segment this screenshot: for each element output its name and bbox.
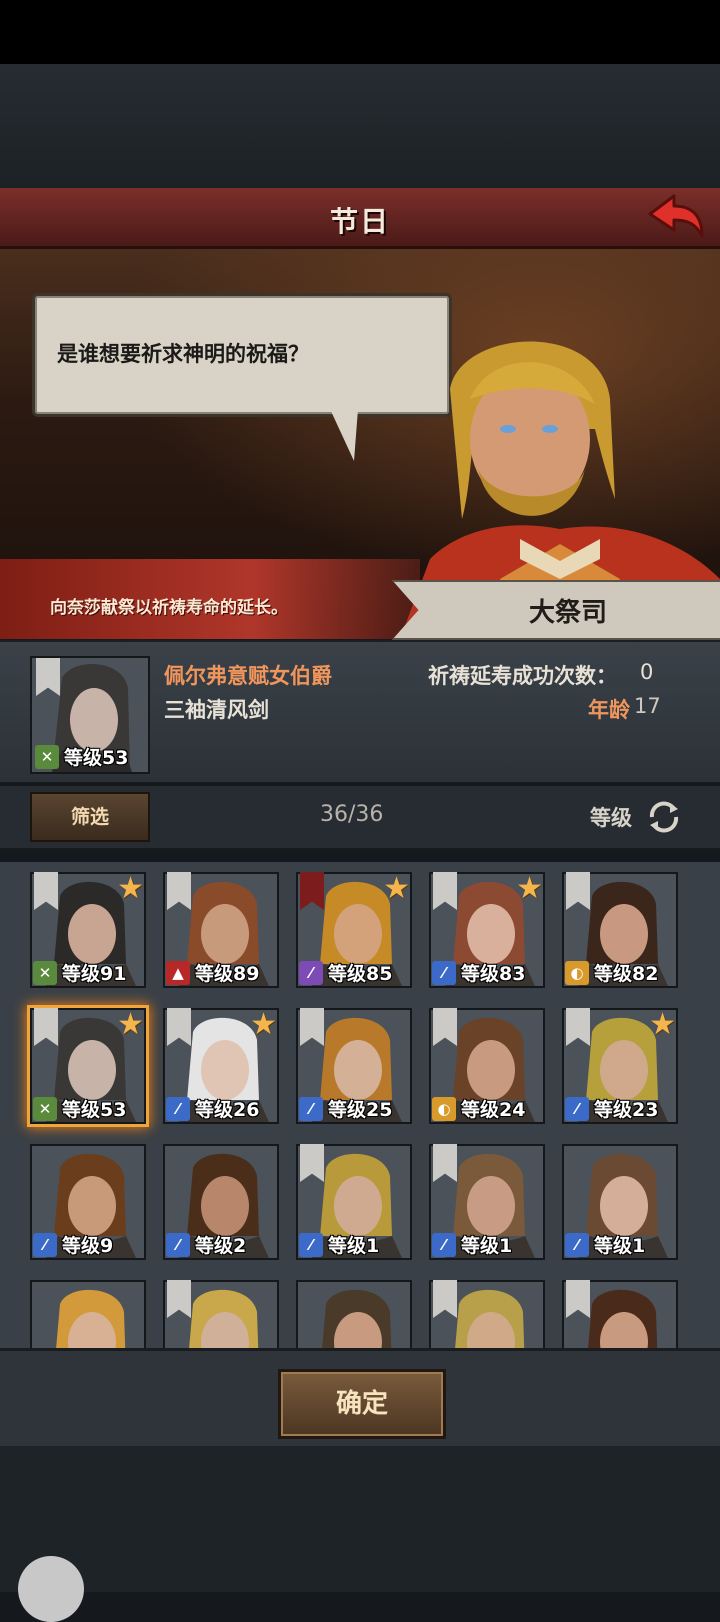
hero-level: 等级1: [461, 1235, 513, 1257]
shield-class-icon: ◐: [565, 961, 589, 985]
hero-level: 等级1: [594, 1235, 646, 1257]
age-value: 17: [634, 694, 661, 718]
sword-class-icon: ⁄: [166, 1233, 190, 1257]
hero-level: 等级82: [594, 963, 659, 985]
sword-class-icon: ⁄: [565, 1097, 589, 1121]
hero-card[interactable]: ★ ⁄ 等级85: [296, 872, 412, 988]
age-label: 年龄: [588, 698, 630, 722]
speech-bubble-tail: [330, 409, 358, 461]
selected-hero-panel: ✕ 等级53 佩尔弗意赋女伯爵 三袖清风剑 祈祷延寿成功次数： 0 年龄 17: [0, 640, 720, 786]
archer-class-icon: ✕: [35, 745, 59, 769]
confirm-button[interactable]: 确定: [278, 1369, 446, 1439]
beast-class-icon: ▲: [166, 961, 190, 985]
ribbon-text: 向奈莎献祭以祈祷寿命的延长。: [50, 598, 288, 618]
hero-card[interactable]: ★ ✕ 等级53: [30, 1008, 146, 1124]
hero-card[interactable]: ⁄ 等级2: [163, 1144, 279, 1260]
speech-bubble: 是谁想要祈求神明的祝福？: [32, 293, 452, 417]
npc-name: 大祭司: [528, 598, 607, 628]
footer-area: [0, 1446, 720, 1592]
back-arrow-icon[interactable]: [644, 192, 706, 242]
hero-subtitle: 三袖清风剑: [164, 698, 269, 722]
dialog-text: 是谁想要祈求神明的祝福？: [57, 342, 309, 366]
hero-level: 等级91: [62, 963, 127, 985]
star-icon: ★: [117, 871, 144, 906]
hero-count: 36/36: [320, 802, 384, 827]
hero-level: 等级25: [328, 1099, 393, 1121]
hero-level: 等级24: [461, 1099, 526, 1121]
sword-class-icon: ⁄: [432, 1233, 456, 1257]
sword-class-icon: ⁄: [565, 1233, 589, 1257]
star-icon: ★: [516, 871, 543, 906]
hero-level: 等级26: [195, 1099, 260, 1121]
filter-bar: 筛选 36/36 等级: [0, 786, 720, 851]
hero-level: 等级53: [64, 747, 129, 769]
hero-card[interactable]: ⁄ 等级1: [296, 1144, 412, 1260]
sword-class-icon: ⁄: [166, 1097, 190, 1121]
hero-card[interactable]: ★ ⁄ 等级83: [429, 872, 545, 988]
hero-card[interactable]: ★ ⁄ 等级26: [163, 1008, 279, 1124]
sword-class-icon: ⁄: [299, 1097, 323, 1121]
background-band: [0, 64, 720, 188]
hero-card[interactable]: ⁄ 等级25: [296, 1008, 412, 1124]
screen-title: 节日: [329, 205, 390, 238]
hero-level: 等级89: [195, 963, 260, 985]
hero-level: 等级85: [328, 963, 393, 985]
sword-class-icon: ⁄: [299, 1233, 323, 1257]
hero-card[interactable]: ⁄ 等级1: [562, 1144, 678, 1260]
hero-level: 等级1: [328, 1235, 380, 1257]
sword-class-icon: ⁄: [432, 961, 456, 985]
archer-class-icon: ✕: [33, 1097, 57, 1121]
hero-card[interactable]: ▲ 等级89: [163, 872, 279, 988]
filter-button[interactable]: 筛选: [30, 792, 150, 842]
star-icon: ★: [117, 1007, 144, 1042]
star-icon: ★: [383, 871, 410, 906]
pray-count-label: 祈祷延寿成功次数：: [428, 664, 617, 688]
star-icon: ★: [649, 1007, 676, 1042]
star-icon: ★: [250, 1007, 277, 1042]
pray-count-value: 0: [640, 660, 654, 684]
mage-class-icon: ⁄: [299, 961, 323, 985]
status-bar: [0, 0, 720, 64]
title-bar: 节日: [0, 188, 720, 249]
hero-level: 等级53: [62, 1099, 127, 1121]
hero-level: 等级9: [62, 1235, 114, 1257]
hero-level: 等级23: [594, 1099, 659, 1121]
hero-card[interactable]: ★ ⁄ 等级23: [562, 1008, 678, 1124]
refresh-icon[interactable]: [646, 799, 682, 835]
hero-level: 等级83: [461, 963, 526, 985]
bottom-panel: 确定: [0, 1348, 720, 1447]
hero-level: 等级2: [195, 1235, 247, 1257]
archer-class-icon: ✕: [33, 961, 57, 985]
hero-card[interactable]: ⁄ 等级1: [429, 1144, 545, 1260]
hero-card[interactable]: ⁄ 等级9: [30, 1144, 146, 1260]
hero-name: 佩尔弗意赋女伯爵: [164, 664, 332, 688]
selected-hero-portrait: ✕ 等级53: [30, 656, 150, 774]
sword-class-icon: ⁄: [33, 1233, 57, 1257]
floating-assistant-icon[interactable]: [18, 1556, 84, 1622]
hero-card[interactable]: ★ ✕ 等级91: [30, 872, 146, 988]
sort-label[interactable]: 等级: [590, 802, 632, 832]
hero-grid: ★ ✕ 等级91 ▲ 等级89 ★ ⁄ 等级85 ★ ⁄ 等级83 ◐ 等级82 ★ ✕ 等级53 ★ ⁄ 等级26…: [0, 862, 720, 1364]
hero-card[interactable]: ◐ 等级82: [562, 872, 678, 988]
hero-card[interactable]: ◐ 等级24: [429, 1008, 545, 1124]
shield-class-icon: ◐: [432, 1097, 456, 1121]
